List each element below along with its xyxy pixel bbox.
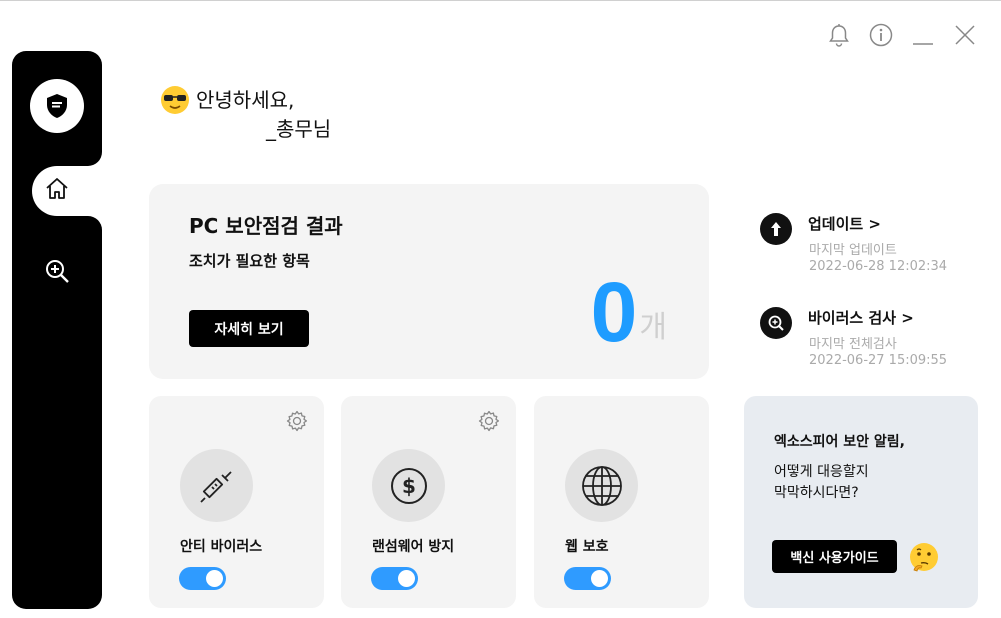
feature-card-antivirus: 안티 바이러스: [149, 396, 324, 608]
view-details-button[interactable]: 자세히 보기: [189, 310, 309, 347]
sidebar: [12, 51, 102, 609]
vaccine-guide-button[interactable]: 백신 사용가이드: [772, 540, 897, 573]
greeting-hello: 안녕하세요,: [196, 88, 295, 112]
greeting-name: _총무님: [266, 117, 332, 141]
result-title: PC 보안점검 결과: [189, 214, 343, 238]
issue-count-number: 0: [590, 265, 638, 359]
svg-text:$: $: [402, 474, 416, 498]
search-icon: [760, 307, 792, 339]
info-icon[interactable]: [869, 23, 893, 47]
feature-label: 랜섬웨어 방지: [372, 539, 455, 555]
result-subtitle: 조치가 필요한 항목: [189, 252, 310, 270]
scan-label: 마지막 전체검사: [809, 337, 897, 352]
gear-icon[interactable]: [286, 410, 308, 432]
sidebar-item-home[interactable]: [32, 166, 102, 216]
sidebar-item-scan[interactable]: [42, 258, 72, 288]
dollar-icon: $: [372, 449, 445, 522]
feature-card-web: 웹 보호: [534, 396, 709, 608]
update-date: 2022-06-28 12:02:34: [809, 259, 948, 274]
notice-text: 어떻게 대응할지 막막하시다면?: [774, 462, 869, 504]
gear-icon[interactable]: [478, 410, 500, 432]
syringe-icon: [180, 449, 253, 522]
sunglasses-emoji-icon: [160, 85, 190, 115]
home-icon: [44, 176, 70, 206]
notice-line1: 어떻게 대응할지: [774, 464, 869, 480]
notice-title: 엑소스피어 보안 알림,: [774, 434, 905, 450]
thinking-emoji-icon: [908, 542, 940, 574]
issue-count-unit: 개: [639, 310, 667, 345]
shield-logo: [30, 79, 84, 133]
ransomware-toggle[interactable]: [371, 567, 418, 590]
scan-date: 2022-06-27 15:09:55: [809, 353, 948, 368]
minimize-icon[interactable]: [911, 23, 935, 47]
update-arrow-icon: [760, 213, 792, 245]
globe-icon: [565, 449, 638, 522]
web-protection-toggle[interactable]: [564, 567, 611, 590]
close-icon[interactable]: [953, 23, 977, 47]
security-result-card: PC 보안점검 결과 조치가 필요한 항목 자세히 보기 0 개: [149, 184, 709, 379]
bell-icon[interactable]: [827, 23, 851, 47]
issue-count: 0 개: [591, 270, 667, 354]
notice-line2: 막막하시다면?: [774, 485, 859, 501]
feature-label: 안티 바이러스: [180, 539, 263, 555]
toggle-knob: [398, 570, 415, 587]
security-notice-card: 엑소스피어 보안 알림, 어떻게 대응할지 막막하시다면? 백신 사용가이드: [744, 396, 978, 608]
virus-scan-link[interactable]: 바이러스 검사 >: [808, 307, 914, 328]
update-link[interactable]: 업데이트 >: [808, 213, 881, 234]
window-controls: [827, 23, 977, 47]
update-label: 마지막 업데이트: [809, 243, 897, 258]
toggle-knob: [591, 570, 608, 587]
greeting: 안녕하세요, _총무님: [160, 85, 331, 143]
antivirus-toggle[interactable]: [179, 567, 226, 590]
feature-card-ransomware: $ 랜섬웨어 방지: [341, 396, 516, 608]
feature-label: 웹 보호: [565, 539, 609, 555]
toggle-knob: [206, 570, 223, 587]
zoom-scan-icon: [44, 258, 70, 288]
